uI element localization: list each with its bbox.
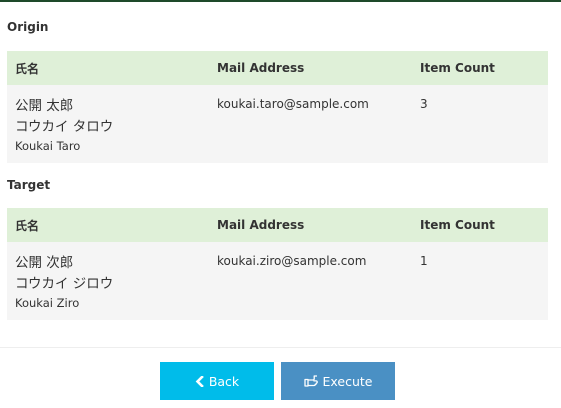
name-kana: コウカイ ジロウ (15, 276, 114, 292)
count-cell: 1 (412, 242, 548, 320)
chevron-left-icon (195, 375, 204, 387)
target-section-title: Target (7, 178, 51, 192)
mail-cell: koukai.taro@sample.com (209, 85, 412, 163)
execute-button-label: Execute (322, 373, 373, 389)
table-row: 公開 次郎 コウカイ ジロウ Koukai Ziro koukai.ziro@s… (7, 242, 548, 320)
table-row: 公開 太郎 コウカイ タロウ Koukai Taro koukai.taro@s… (7, 85, 548, 163)
hand-pointer-icon (303, 375, 318, 387)
origin-header-row: 氏名 Mail Address Item Count (7, 51, 548, 85)
top-accent-bar (0, 0, 561, 2)
name-roman: Koukai Taro (15, 139, 81, 153)
name-kanji: 公開 太郎 (15, 98, 74, 114)
back-button[interactable]: Back (160, 362, 274, 400)
target-header-row: 氏名 Mail Address Item Count (7, 208, 548, 242)
count-column-header: Item Count (412, 208, 548, 242)
name-kanji: 公開 次郎 (15, 255, 74, 271)
execute-button[interactable]: Execute (281, 362, 395, 400)
mail-cell: koukai.ziro@sample.com (209, 242, 412, 320)
name-column-header: 氏名 (7, 51, 209, 85)
count-cell: 3 (412, 85, 548, 163)
target-table: 氏名 Mail Address Item Count 公開 次郎 コウカイ ジロ… (7, 208, 548, 320)
origin-table: 氏名 Mail Address Item Count 公開 太郎 コウカイ タロ… (7, 51, 548, 163)
name-roman: Koukai Ziro (15, 296, 80, 310)
name-kana: コウカイ タロウ (15, 119, 114, 135)
back-button-label: Back (208, 373, 240, 389)
name-cell: 公開 次郎 コウカイ ジロウ Koukai Ziro (7, 242, 209, 320)
footer-divider (0, 347, 561, 348)
mail-column-header: Mail Address (209, 208, 412, 242)
count-column-header: Item Count (412, 51, 548, 85)
name-column-header: 氏名 (7, 208, 209, 242)
name-cell: 公開 太郎 コウカイ タロウ Koukai Taro (7, 85, 209, 163)
origin-section-title: Origin (7, 20, 49, 34)
mail-column-header: Mail Address (209, 51, 412, 85)
